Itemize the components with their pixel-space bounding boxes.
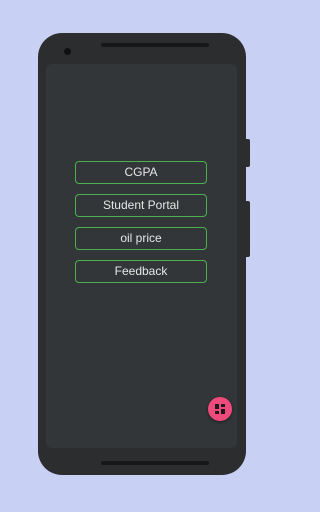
bottom-speaker [101, 461, 209, 465]
dashboard-grid-icon [215, 404, 225, 414]
app-screen: CGPA Student Portal oil price Feedback [46, 64, 237, 448]
feedback-button[interactable]: Feedback [75, 260, 207, 283]
power-button [246, 139, 250, 167]
oil-price-button[interactable]: oil price [75, 227, 207, 250]
volume-button [246, 201, 250, 257]
cgpa-button[interactable]: CGPA [75, 161, 207, 184]
front-camera [64, 48, 71, 55]
phone-frame: CGPA Student Portal oil price Feedback [38, 33, 250, 475]
floating-action-button[interactable] [208, 397, 232, 421]
app-stage: CGPA Student Portal oil price Feedback [0, 0, 284, 512]
top-speaker [101, 43, 209, 47]
student-portal-button[interactable]: Student Portal [75, 194, 207, 217]
